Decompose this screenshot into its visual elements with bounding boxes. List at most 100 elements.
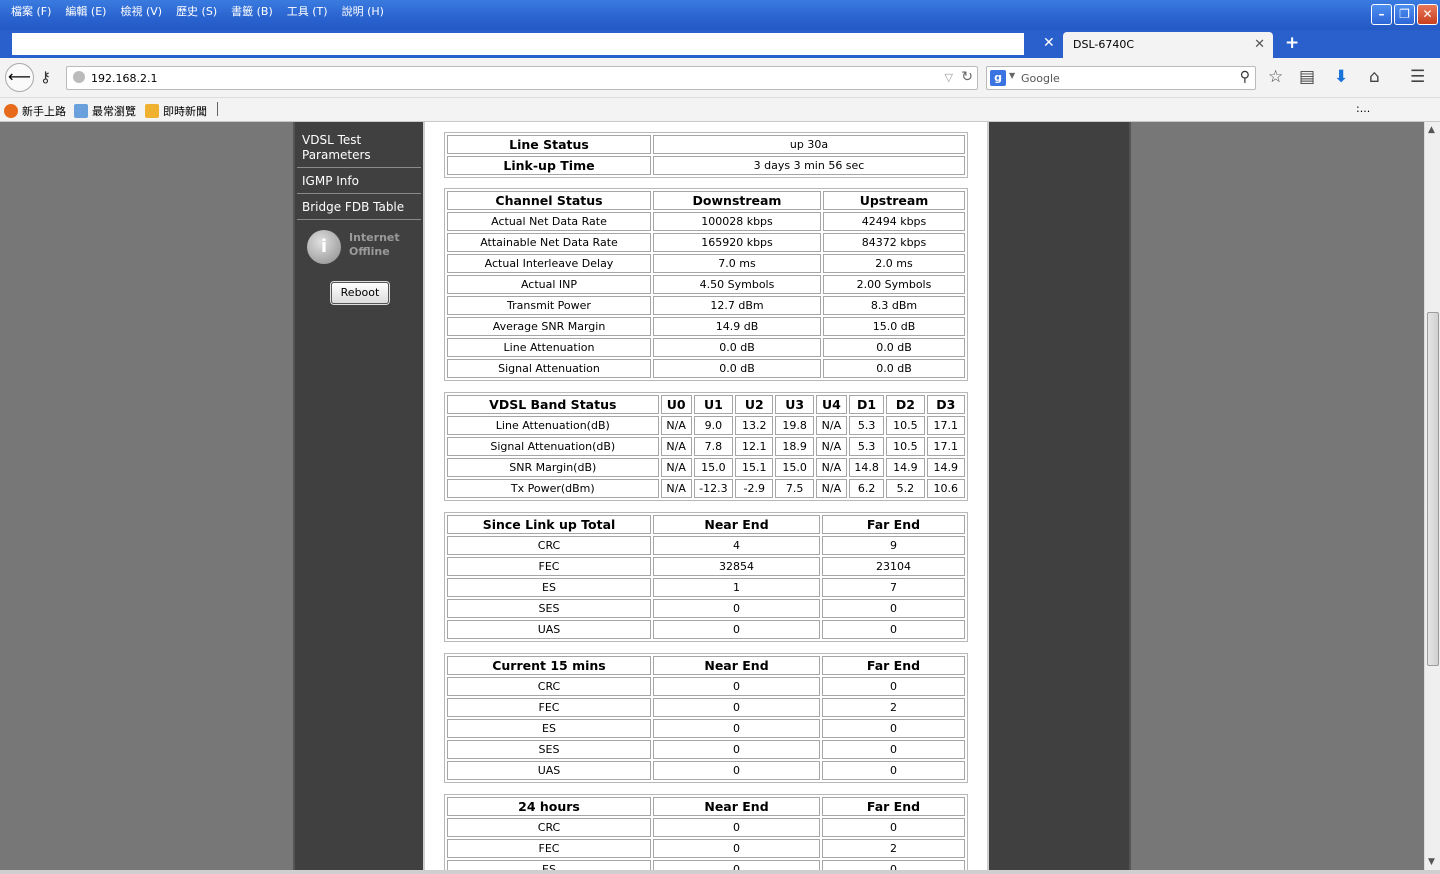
- page-viewport: VDSL Test Parameters IGMP Info Bridge FD…: [0, 122, 1424, 870]
- row-label-cell: Signal Attenuation: [447, 359, 651, 378]
- value-cell: 3 days 3 min 56 sec: [653, 156, 965, 175]
- menu-bar: 檔案 (F) 編輯 (E) 檢視 (V) 歷史 (S) 書籤 (B) 工具 (T…: [4, 2, 391, 20]
- table-header-cell: Current 15 mins: [447, 656, 651, 675]
- value-cell: -2.9: [735, 479, 774, 498]
- close-tab-icon[interactable]: ✕: [1043, 35, 1055, 51]
- value-cell: N/A: [815, 458, 847, 477]
- minimize-button[interactable]: –: [1371, 4, 1392, 25]
- table-row: UAS 0 0: [447, 620, 965, 639]
- key-icon[interactable]: ⚷: [40, 68, 51, 86]
- tab-active[interactable]: DSL-6740C ✕: [1063, 32, 1273, 58]
- row-label-cell: ES: [447, 719, 651, 738]
- value-cell: 165920 kbps: [653, 233, 821, 252]
- row-label-cell: Line Status: [447, 135, 651, 154]
- menu-history[interactable]: 歷史 (S): [169, 2, 224, 20]
- row-label-cell: CRC: [447, 536, 651, 555]
- table-row: SES 0 0: [447, 740, 965, 759]
- close-tab-icon[interactable]: ✕: [1254, 37, 1265, 52]
- home-icon[interactable]: ⌂: [1369, 67, 1380, 87]
- value-cell: 4: [653, 536, 820, 555]
- value-cell: 13.2: [735, 416, 774, 435]
- table-header-cell: U1: [693, 395, 734, 414]
- tab-blank[interactable]: [12, 33, 1024, 55]
- menu-file[interactable]: 檔案 (F): [4, 2, 58, 20]
- row-label-cell: UAS: [447, 620, 651, 639]
- value-cell: 14.8: [848, 458, 885, 477]
- table-row: Link-up Time 3 days 3 min 56 sec: [447, 156, 965, 175]
- value-cell: 12.1: [735, 437, 774, 456]
- table-row: CRC 4 9: [447, 536, 965, 555]
- search-bar[interactable]: g ▼ Google ⚲: [986, 66, 1256, 90]
- bookmarks-overflow[interactable]: :...: [1356, 102, 1370, 115]
- value-cell: 10.6: [926, 479, 965, 498]
- bookmark-star-icon[interactable]: ☆: [1268, 67, 1283, 87]
- menu-edit[interactable]: 編輯 (E): [58, 2, 113, 20]
- magnifier-icon[interactable]: ⚲: [1240, 69, 1250, 85]
- value-cell: 7.0 ms: [653, 254, 821, 273]
- value-cell: N/A: [815, 416, 847, 435]
- vertical-scrollbar[interactable]: ▲ ▼: [1424, 122, 1440, 870]
- value-cell: 42494 kbps: [823, 212, 965, 231]
- value-cell: 84372 kbps: [823, 233, 965, 252]
- row-label-cell: Attainable Net Data Rate: [447, 233, 651, 252]
- row-label-cell: FEC: [447, 557, 651, 576]
- close-window-button[interactable]: ✕: [1417, 4, 1438, 25]
- sidebar-item-vdsl-test-parameters[interactable]: VDSL Test Parameters: [297, 127, 421, 168]
- google-engine-icon[interactable]: g: [990, 70, 1006, 86]
- back-arrow-icon: ⟵: [8, 67, 31, 86]
- table-row: Actual Net Data Rate 100028 kbps 42494 kbp…: [447, 212, 965, 231]
- value-cell: 100028 kbps: [653, 212, 821, 231]
- menu-view[interactable]: 檢視 (V): [113, 2, 169, 20]
- table-header-cell: Since Link up Total: [447, 515, 651, 534]
- table-header-row: VDSL Band Status U0 U1 U2 U3 U4 D1 D2 D3: [447, 395, 965, 414]
- menu-help[interactable]: 說明 (H): [335, 2, 391, 20]
- bookmark-label: 新手上路: [22, 105, 66, 118]
- scroll-down-icon[interactable]: ▼: [1428, 857, 1435, 867]
- value-cell: 2: [822, 839, 965, 858]
- history-dropdown-icon[interactable]: ▽: [945, 71, 953, 84]
- value-cell: 12.7 dBm: [653, 296, 821, 315]
- engine-dropdown-icon[interactable]: ▼: [1009, 71, 1015, 80]
- reload-icon[interactable]: ↻: [961, 69, 973, 85]
- status-content: Line Status up 30a Link-up Time 3 days 3 mi…: [423, 122, 989, 870]
- hamburger-menu-icon[interactable]: ☰: [1410, 67, 1425, 87]
- value-cell: 0: [653, 719, 820, 738]
- address-bar[interactable]: 192.168.2.1 ▽ ↻: [66, 66, 978, 90]
- title-bar: 檔案 (F) 編輯 (E) 檢視 (V) 歷史 (S) 書籤 (B) 工具 (T…: [0, 0, 1440, 30]
- table-row: ES 0 0: [447, 719, 965, 738]
- maximize-button[interactable]: ❐: [1394, 4, 1415, 25]
- download-icon[interactable]: ⬇: [1334, 67, 1348, 87]
- value-cell: 0: [822, 740, 965, 759]
- sidebar-item-bridge-fdb-table[interactable]: Bridge FDB Table: [297, 194, 421, 220]
- value-cell: 4.50 Symbols: [653, 275, 821, 294]
- new-tab-icon[interactable]: +: [1285, 33, 1299, 53]
- bookmark-most-visited[interactable]: 最常瀏覽: [74, 103, 136, 119]
- value-cell: 14.9: [926, 458, 965, 477]
- bookmark-latest-news[interactable]: 即時新聞: [145, 103, 207, 119]
- table-header-cell: 24 hours: [447, 797, 651, 816]
- table-header-row: Channel Status Downstream Upstream: [447, 191, 965, 210]
- menu-tools[interactable]: 工具 (T): [280, 2, 335, 20]
- search-input[interactable]: Google: [1021, 72, 1060, 85]
- row-label-cell: Tx Power(dBm): [447, 479, 659, 498]
- sidebar-item-igmp-info[interactable]: IGMP Info: [297, 168, 421, 194]
- value-cell: 0: [822, 761, 965, 780]
- back-button[interactable]: ⟵: [5, 63, 34, 92]
- value-cell: N/A: [660, 416, 692, 435]
- firefox-icon: [4, 104, 18, 118]
- scroll-up-icon[interactable]: ▲: [1428, 125, 1435, 135]
- tab-strip: ✕ DSL-6740C ✕ +: [0, 30, 1440, 58]
- reboot-button[interactable]: Reboot: [331, 282, 389, 304]
- bookmark-getting-started[interactable]: 新手上路: [4, 103, 66, 119]
- bookmarks-list-icon[interactable]: ▤: [1299, 67, 1315, 87]
- table-row: FEC 0 2: [447, 839, 965, 858]
- table-row: Signal Attenuation(dB) N/A 7.8 12.1 18.9 N/A 5…: [447, 437, 965, 456]
- row-label-cell: SES: [447, 599, 651, 618]
- row-label-cell: FEC: [447, 839, 651, 858]
- table-header-cell: Near End: [653, 797, 820, 816]
- scroll-thumb[interactable]: [1427, 312, 1439, 666]
- value-cell: 0: [653, 860, 820, 870]
- menu-bookmarks[interactable]: 書籤 (B): [224, 2, 280, 20]
- value-cell: 0: [653, 740, 820, 759]
- value-cell: 0: [822, 599, 965, 618]
